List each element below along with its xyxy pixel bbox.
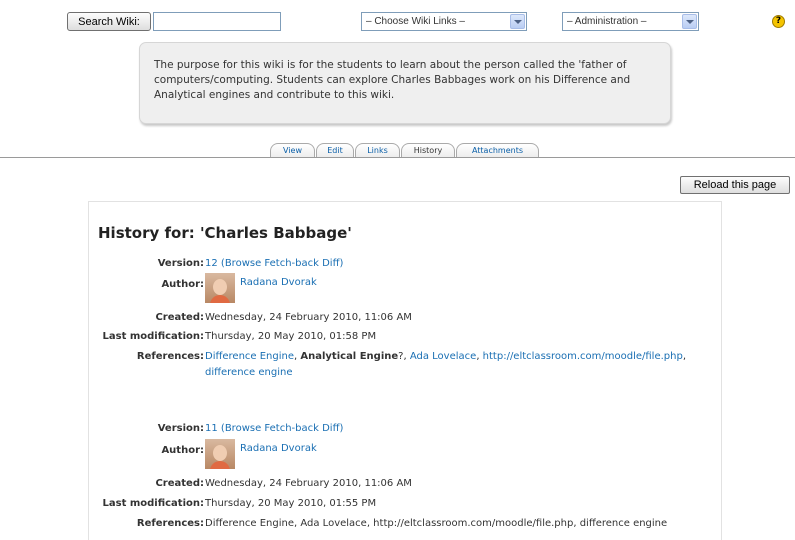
tab-edit[interactable]: Edit: [316, 143, 354, 158]
chevron-down-icon[interactable]: [682, 14, 697, 29]
avatar[interactable]: [205, 439, 235, 469]
diff-link[interactable]: Diff): [322, 258, 343, 269]
author-link[interactable]: Radana Dvorak: [240, 443, 317, 454]
chevron-down-icon[interactable]: [510, 14, 525, 29]
search-wiki-button[interactable]: Search Wiki:: [67, 12, 151, 31]
help-icon[interactable]: ?: [772, 15, 785, 28]
reference-separator: ,: [682, 351, 687, 362]
last-modification-value: Thursday, 20 May 2010, 01:55 PM: [205, 498, 377, 509]
administration-select-value: – Administration –: [567, 16, 647, 27]
last-modification-label: Last modification:: [102, 498, 205, 509]
last-modification-value: Thursday, 20 May 2010, 01:58 PM: [205, 331, 377, 342]
version-label: Version:: [157, 258, 204, 269]
tab-history[interactable]: History: [401, 143, 455, 158]
browse-link[interactable]: (Browse: [221, 258, 261, 269]
reference-link[interactable]: difference engine: [205, 367, 293, 378]
created-label: Created:: [155, 312, 204, 323]
tab-divider: [0, 157, 795, 158]
page-title: History for: 'Charles Babbage': [98, 224, 352, 242]
version-link[interactable]: 11: [205, 423, 218, 434]
reference-link[interactable]: Ada Lovelace: [410, 351, 476, 362]
missing-reference: Analytical Engine: [300, 351, 399, 362]
avatar[interactable]: [205, 273, 235, 303]
references-value: Difference Engine, Analytical Engine?, A…: [205, 349, 705, 381]
administration-select[interactable]: – Administration –: [562, 12, 699, 31]
version-label: Version:: [157, 423, 204, 434]
version-link[interactable]: 12: [205, 258, 218, 269]
tab-view[interactable]: View: [270, 143, 315, 158]
last-modification-label: Last modification:: [102, 331, 205, 342]
wiki-links-select-value: – Choose Wiki Links –: [366, 16, 465, 27]
reference-separator: ?,: [398, 351, 410, 362]
references-label: References:: [136, 518, 204, 529]
tab-attachments[interactable]: Attachments: [456, 143, 539, 158]
references-label: References:: [136, 351, 204, 362]
wiki-links-select[interactable]: – Choose Wiki Links –: [361, 12, 527, 31]
version-value: 12 (Browse Fetch-back Diff): [205, 258, 343, 269]
reference-link[interactable]: http://eltclassroom.com/moodle/file.php: [483, 351, 683, 362]
references-value: Difference Engine, Ada Lovelace, http://…: [205, 518, 668, 529]
created-label: Created:: [155, 478, 204, 489]
author-link[interactable]: Radana Dvorak: [240, 277, 317, 288]
wiki-summary-box: The purpose for this wiki is for the stu…: [139, 42, 671, 124]
reference-link[interactable]: Difference Engine: [205, 351, 294, 362]
diff-link[interactable]: Diff): [322, 423, 343, 434]
browse-link[interactable]: (Browse: [221, 423, 261, 434]
author-label: Author:: [161, 445, 204, 456]
tab-links[interactable]: Links: [355, 143, 400, 158]
created-value: Wednesday, 24 February 2010, 11:06 AM: [205, 478, 412, 489]
search-wiki-input[interactable]: [153, 12, 281, 31]
reload-page-button[interactable]: Reload this page: [680, 176, 790, 194]
version-value: 11 (Browse Fetch-back Diff): [205, 423, 343, 434]
fetch-back-link[interactable]: Fetch-back: [264, 258, 319, 269]
author-label: Author:: [161, 279, 204, 290]
wiki-summary-text: The purpose for this wiki is for the stu…: [154, 59, 631, 101]
wiki-toolbar: Search Wiki: – Choose Wiki Links – – Adm…: [0, 8, 795, 36]
created-value: Wednesday, 24 February 2010, 11:06 AM: [205, 312, 412, 323]
fetch-back-link[interactable]: Fetch-back: [264, 423, 319, 434]
